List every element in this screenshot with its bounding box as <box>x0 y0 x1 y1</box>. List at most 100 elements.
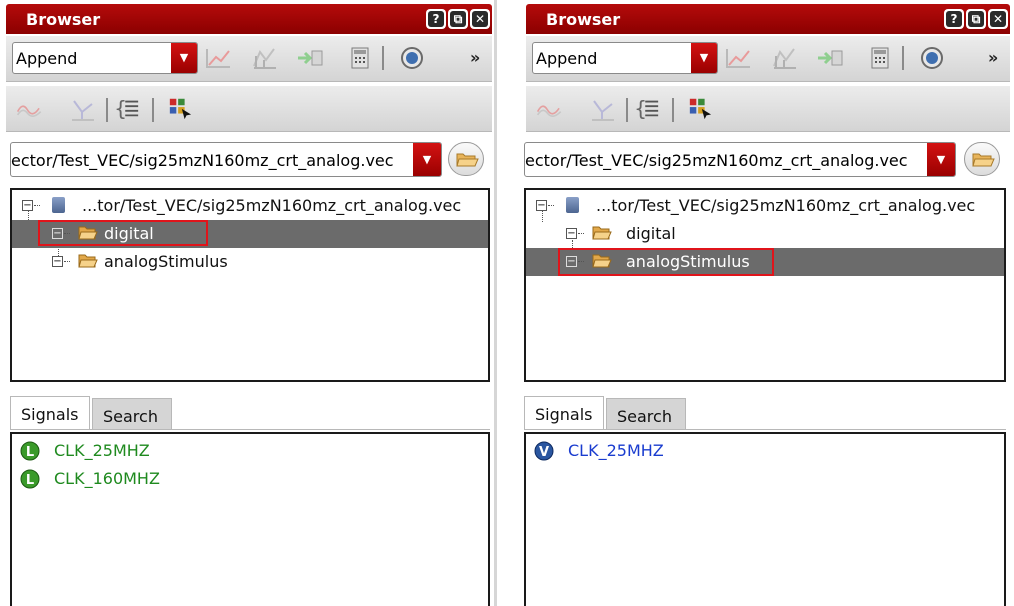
close-button[interactable]: ✕ <box>470 9 490 29</box>
back-icon[interactable] <box>918 46 946 70</box>
tree-root-row[interactable]: − ...tor/Test_VEC/sig25mzN160mz_crt_anal… <box>12 192 488 220</box>
append-mode-select[interactable]: Append ▼ <box>12 42 198 74</box>
tab-search[interactable]: Search <box>92 398 172 430</box>
list-braces-icon[interactable]: { <box>114 96 142 120</box>
append-mode-select[interactable]: Append ▼ <box>532 42 718 74</box>
file-path-select[interactable]: ector/Test_VEC/sig25mzN160mz_crt_analog.… <box>524 142 956 177</box>
signal-label: CLK_25MHZ <box>568 441 664 460</box>
toolbar-overflow-button[interactable]: » <box>470 48 480 67</box>
toolbar-separator <box>902 46 904 70</box>
database-icon <box>52 197 65 213</box>
waveform-icon[interactable] <box>536 98 564 122</box>
panel-divider <box>494 0 497 606</box>
logic-signal-icon: L <box>20 469 40 489</box>
import-icon[interactable] <box>296 46 324 70</box>
multi-plot-icon[interactable] <box>250 46 278 70</box>
calculator-icon[interactable] <box>866 46 894 70</box>
append-mode-value: Append <box>536 49 598 68</box>
open-folder-button[interactable] <box>448 142 484 176</box>
file-path-value: ector/Test_VEC/sig25mzN160mz_crt_analog.… <box>11 151 394 170</box>
file-tree: − ...tor/Test_VEC/sig25mzN160mz_crt_anal… <box>524 188 1006 382</box>
file-tree: − ...tor/Test_VEC/sig25mzN160mz_crt_anal… <box>10 188 490 382</box>
close-icon: ✕ <box>472 11 488 27</box>
file-path-value: ector/Test_VEC/sig25mzN160mz_crt_analog.… <box>525 151 908 170</box>
collapse-icon[interactable]: − <box>566 228 577 239</box>
tree-root-label: ...tor/Test_VEC/sig25mzN160mz_crt_analog… <box>596 196 976 215</box>
plot-icon[interactable] <box>724 46 752 70</box>
toolbar-separator <box>672 98 674 122</box>
multi-plot-icon[interactable] <box>770 46 798 70</box>
list-item-signal[interactable]: L CLK_160MHZ <box>20 466 320 492</box>
collapse-icon[interactable]: − <box>22 200 33 211</box>
toolbar-overflow-button[interactable]: » <box>988 48 998 67</box>
help-button[interactable]: ? <box>426 9 446 29</box>
append-mode-value: Append <box>16 49 78 68</box>
tree-item-label: analogStimulus <box>104 252 228 271</box>
help-button[interactable]: ? <box>944 9 964 29</box>
svg-text:{: { <box>114 96 127 120</box>
axis-icon[interactable] <box>68 98 96 122</box>
folder-open-icon <box>592 226 612 240</box>
secondary-toolbar: { <box>526 86 1010 132</box>
float-icon: ⧉ <box>450 11 466 27</box>
close-button[interactable]: ✕ <box>988 9 1008 29</box>
select-grid-icon[interactable] <box>166 96 194 120</box>
title-bar: Browser ? ⧉ ✕ <box>6 4 492 34</box>
list-item-signal[interactable]: L CLK_25MHZ <box>20 438 320 464</box>
collapse-icon[interactable]: − <box>536 200 547 211</box>
help-icon: ? <box>946 11 962 27</box>
tree-item-digital[interactable]: − digital <box>526 220 1004 248</box>
list-braces-icon[interactable]: { <box>634 96 662 120</box>
chevron-down-icon[interactable]: ▼ <box>927 143 955 176</box>
tab-search[interactable]: Search <box>606 398 686 430</box>
secondary-toolbar: { <box>6 86 492 132</box>
window-title: Browser <box>546 10 621 29</box>
window-title: Browser <box>26 10 101 29</box>
plot-icon[interactable] <box>204 46 232 70</box>
tree-root-row[interactable]: − ...tor/Test_VEC/sig25mzN160mz_crt_anal… <box>526 192 1004 220</box>
chevron-down-icon[interactable]: ▼ <box>691 43 717 73</box>
tab-signals[interactable]: Signals <box>524 396 604 430</box>
float-icon: ⧉ <box>968 11 984 27</box>
import-icon[interactable] <box>816 46 844 70</box>
toolbar-separator <box>626 98 628 122</box>
collapse-icon[interactable]: − <box>52 256 63 267</box>
tree-item-label: digital <box>626 224 676 243</box>
toolbar-separator <box>152 98 154 122</box>
vector-signal-icon: V <box>534 441 554 461</box>
signal-label: CLK_25MHZ <box>54 441 150 460</box>
close-icon: ✕ <box>990 11 1006 27</box>
chevron-down-icon[interactable]: ▼ <box>413 143 441 176</box>
back-icon[interactable] <box>398 46 426 70</box>
list-item-signal[interactable]: V CLK_25MHZ <box>534 438 834 464</box>
select-grid-icon[interactable] <box>686 96 714 120</box>
toolbar-separator <box>106 98 108 122</box>
svg-text:L: L <box>26 473 34 488</box>
main-toolbar: Append ▼ » <box>6 36 492 82</box>
svg-text:{: { <box>634 96 647 120</box>
folder-open-icon <box>78 254 98 268</box>
highlight-box <box>558 248 774 276</box>
tab-signals[interactable]: Signals <box>10 396 90 430</box>
help-icon: ? <box>428 11 444 27</box>
svg-text:V: V <box>539 445 549 460</box>
logic-signal-icon: L <box>20 441 40 461</box>
tree-item-analogstimulus[interactable]: − analogStimulus <box>12 248 488 276</box>
folder-open-icon <box>972 153 995 167</box>
main-toolbar: Append ▼ » <box>526 36 1010 82</box>
signal-label: CLK_160MHZ <box>54 469 160 488</box>
float-button[interactable]: ⧉ <box>966 9 986 29</box>
browser-panel-left: Browser ? ⧉ ✕ Append ▼ » { ector/Test_VE… <box>0 0 494 606</box>
svg-text:L: L <box>26 445 34 460</box>
signal-list: L CLK_25MHZ L CLK_160MHZ <box>10 432 490 606</box>
axis-icon[interactable] <box>588 98 616 122</box>
float-button[interactable]: ⧉ <box>448 9 468 29</box>
chevron-down-icon[interactable]: ▼ <box>171 43 197 73</box>
calculator-icon[interactable] <box>346 46 374 70</box>
folder-open-icon <box>456 153 479 167</box>
title-bar: Browser ? ⧉ ✕ <box>526 4 1010 34</box>
highlight-box <box>38 220 208 246</box>
file-path-select[interactable]: ector/Test_VEC/sig25mzN160mz_crt_analog.… <box>10 142 442 177</box>
open-folder-button[interactable] <box>964 142 1000 176</box>
waveform-icon[interactable] <box>16 98 44 122</box>
